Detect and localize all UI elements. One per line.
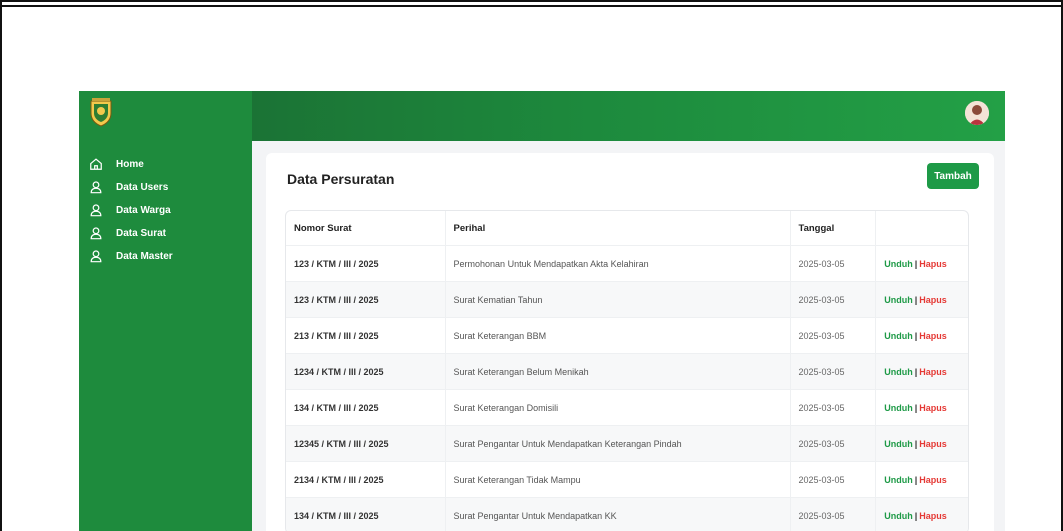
sidebar: Home Data Users Data Warga Data Surat Data M…: [79, 91, 252, 531]
table-row: 123 / KTM / III / 2025 Surat Kematian Tah…: [286, 281, 968, 317]
table-header-row: Nomor Surat Perihal Tanggal: [286, 211, 968, 245]
cell-tanggal: 2025-03-05: [789, 282, 876, 317]
table-row: 12345 / KTM / III / 2025 Surat Pengantar …: [286, 425, 968, 461]
action-separator: |: [914, 402, 918, 413]
top-header: [252, 91, 1005, 141]
table-row: 123 / KTM / III / 2025 Permohonan Untuk M…: [286, 245, 968, 281]
download-link[interactable]: Unduh: [884, 511, 913, 521]
sidebar-menu: Home Data Users Data Warga Data Surat Data M…: [79, 153, 252, 268]
cell-tanggal: 2025-03-05: [789, 462, 876, 497]
user-icon: [89, 226, 105, 242]
cell-actions: Unduh | Hapus: [875, 462, 968, 497]
cell-nomor-surat: 213 / KTM / III / 2025: [294, 330, 379, 341]
delete-link[interactable]: Hapus: [919, 439, 947, 449]
sidebar-item-label: Data Users: [116, 182, 169, 193]
delete-link[interactable]: Hapus: [919, 403, 947, 413]
sidebar-item-label: Home: [116, 159, 144, 170]
sidebar-item-label: Data Warga: [116, 205, 171, 216]
cell-actions: Unduh | Hapus: [875, 354, 968, 389]
cell-actions: Unduh | Hapus: [875, 246, 968, 281]
download-link[interactable]: Unduh: [884, 403, 913, 413]
user-icon: [89, 203, 105, 219]
cell-tanggal: 2025-03-05: [789, 426, 876, 461]
cell-actions: Unduh | Hapus: [875, 318, 968, 353]
download-link[interactable]: Unduh: [884, 295, 913, 305]
letters-table: Nomor Surat Perihal Tanggal 123 / KTM / …: [285, 210, 969, 531]
cell-nomor-surat: 1234 / KTM / III / 2025: [294, 366, 384, 377]
action-separator: |: [914, 294, 918, 305]
app-window: Home Data Users Data Warga Data Surat Data M…: [79, 91, 1005, 531]
content-card: Data Persuratan Tambah Nomor Surat Perih…: [266, 153, 994, 531]
sidebar-item-home[interactable]: Home: [79, 153, 252, 176]
cell-actions: Unduh | Hapus: [875, 282, 968, 317]
cell-tanggal: 2025-03-05: [789, 318, 876, 353]
delete-link[interactable]: Hapus: [919, 367, 947, 377]
sidebar-item-data-warga[interactable]: Data Warga: [79, 199, 252, 222]
avatar[interactable]: [965, 101, 989, 125]
delete-link[interactable]: Hapus: [919, 475, 947, 485]
cell-actions: Unduh | Hapus: [875, 390, 968, 425]
sidebar-item-data-surat[interactable]: Data Surat: [79, 222, 252, 245]
cell-nomor-surat: 134 / KTM / III / 2025: [294, 402, 379, 413]
table-row: 134 / KTM / III / 2025 Surat Pengantar Un…: [286, 497, 968, 531]
action-separator: |: [914, 474, 918, 485]
download-link[interactable]: Unduh: [884, 331, 913, 341]
cell-tanggal: 2025-03-05: [789, 354, 876, 389]
action-separator: |: [914, 510, 918, 521]
cell-nomor-surat: 134 / KTM / III / 2025: [294, 510, 379, 521]
table-row: 134 / KTM / III / 2025 Surat Keterangan D…: [286, 389, 968, 425]
add-button[interactable]: Tambah: [927, 163, 979, 189]
cell-perihal: Surat Kematian Tahun: [444, 282, 790, 317]
cell-tanggal: 2025-03-05: [789, 246, 876, 281]
action-separator: |: [914, 438, 918, 449]
cell-actions: Unduh | Hapus: [875, 498, 968, 531]
cell-tanggal: 2025-03-05: [789, 390, 876, 425]
column-header-nomor: Nomor Surat: [294, 222, 352, 234]
action-separator: |: [914, 258, 918, 269]
table-body: 123 / KTM / III / 2025 Permohonan Untuk M…: [286, 245, 968, 531]
cell-nomor-surat: 12345 / KTM / III / 2025: [294, 438, 389, 449]
cell-nomor-surat: 2134 / KTM / III / 2025: [294, 474, 384, 485]
cell-nomor-surat: 123 / KTM / III / 2025: [294, 258, 379, 269]
cell-perihal: Surat Keterangan Tidak Mampu: [444, 462, 790, 497]
logo-emblem-icon: [88, 97, 114, 127]
user-icon: [89, 180, 105, 196]
sidebar-item-label: Data Master: [116, 251, 173, 262]
delete-link[interactable]: Hapus: [919, 259, 947, 269]
download-link[interactable]: Unduh: [884, 367, 913, 377]
column-header-tanggal: Tanggal: [789, 211, 876, 245]
user-icon: [89, 249, 105, 265]
sidebar-item-label: Data Surat: [116, 228, 167, 239]
cell-actions: Unduh | Hapus: [875, 426, 968, 461]
sidebar-item-data-users[interactable]: Data Users: [79, 176, 252, 199]
column-header-actions: [875, 211, 968, 245]
cell-nomor-surat: 123 / KTM / III / 2025: [294, 294, 379, 305]
cell-perihal: Permohonan Untuk Mendapatkan Akta Kelahi…: [444, 246, 790, 281]
download-link[interactable]: Unduh: [884, 475, 913, 485]
table-row: 2134 / KTM / III / 2025 Surat Keterangan …: [286, 461, 968, 497]
page-title: Data Persuratan: [287, 171, 395, 187]
cell-perihal: Surat Pengantar Untuk Mendapatkan Ketera…: [444, 426, 790, 461]
sidebar-item-data-master[interactable]: Data Master: [79, 245, 252, 268]
cell-perihal: Surat Keterangan Domisili: [444, 390, 790, 425]
delete-link[interactable]: Hapus: [919, 331, 947, 341]
download-link[interactable]: Unduh: [884, 259, 913, 269]
delete-link[interactable]: Hapus: [919, 511, 947, 521]
delete-link[interactable]: Hapus: [919, 295, 947, 305]
cell-perihal: Surat Pengantar Untuk Mendapatkan KK: [444, 498, 790, 531]
user-avatar-icon: [965, 101, 989, 125]
download-link[interactable]: Unduh: [884, 439, 913, 449]
home-icon: [89, 157, 105, 173]
cell-perihal: Surat Keterangan Belum Menikah: [444, 354, 790, 389]
column-header-perihal: Perihal: [444, 211, 790, 245]
cell-tanggal: 2025-03-05: [789, 498, 876, 531]
table-row: 213 / KTM / III / 2025 Surat Keterangan B…: [286, 317, 968, 353]
action-separator: |: [914, 330, 918, 341]
table-row: 1234 / KTM / III / 2025 Surat Keterangan …: [286, 353, 968, 389]
window-top-edge: [0, 0, 1063, 7]
action-separator: |: [914, 366, 918, 377]
cell-perihal: Surat Keterangan BBM: [444, 318, 790, 353]
